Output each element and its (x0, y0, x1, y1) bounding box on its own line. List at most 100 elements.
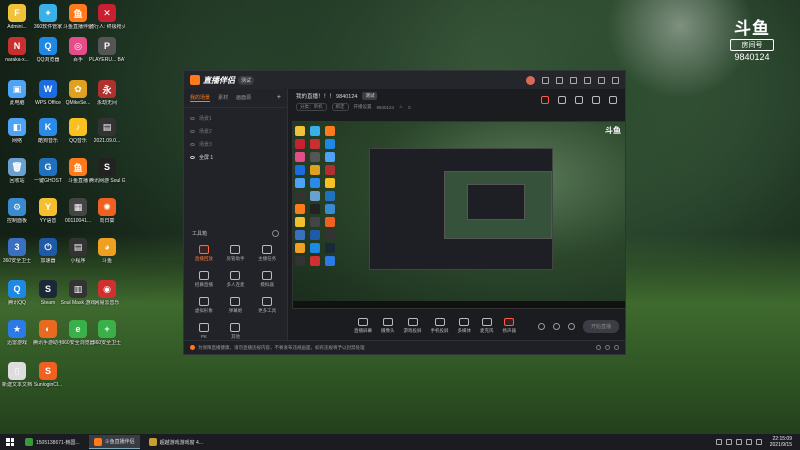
share-icon[interactable] (609, 96, 617, 104)
game-capture-button[interactable]: 游戏投屏 (404, 318, 422, 334)
tab-scenes[interactable]: 我的场景 (190, 94, 211, 102)
source-actions: 直播屏幕 摄像头 游戏投屏 手机投屏 多媒体 麦克风 扬声器 (354, 318, 516, 334)
ime-icon[interactable] (755, 439, 762, 445)
desktop-icon[interactable]: P PLAYERU... BATTLEGR... (89, 37, 125, 63)
taskbar-app-game[interactable]: 超越游戏游戏窗 4... (144, 435, 208, 449)
tool-item[interactable]: 招募直播 (188, 271, 220, 288)
tool-label: 招募直播 (194, 282, 213, 287)
notice-icon (190, 345, 195, 350)
tool-item[interactable]: PK (188, 323, 220, 340)
stream-settings-link[interactable]: 开播设置 (354, 104, 372, 110)
speaker-button[interactable]: 扬声器 (503, 318, 516, 334)
desktop-icon[interactable]: ✺ 向日葵 (89, 198, 125, 224)
tray-arrow-icon[interactable] (715, 439, 722, 445)
app-icon: ✿ (69, 80, 87, 98)
tool-label: 虚拟形象 (194, 308, 213, 313)
screen-capture-button[interactable]: 直播屏幕 (354, 318, 372, 334)
volume-icon[interactable] (745, 439, 752, 445)
cpu-icon (596, 345, 601, 350)
scene-item[interactable]: 场景1 (190, 112, 281, 125)
bell-icon[interactable] (592, 96, 600, 104)
eye-icon[interactable] (190, 117, 195, 120)
action-label: 游戏投屏 (403, 328, 422, 333)
gift-icon[interactable] (541, 96, 549, 104)
multimedia-button[interactable]: 多媒体 (458, 318, 471, 334)
stream-preview[interactable]: 斗鱼 (292, 121, 626, 309)
desktop-icon[interactable]: ✕ 骑行人: 终极枪火版 (89, 4, 125, 30)
preview-icon (295, 152, 305, 162)
tool-item[interactable]: 模拟器 (251, 271, 283, 288)
eye-icon[interactable] (190, 130, 195, 133)
start-button[interactable] (4, 436, 16, 448)
user-avatar[interactable] (526, 75, 535, 85)
scene-label: 全屏 1 (199, 155, 214, 161)
microphone-button[interactable]: 麦克风 (480, 318, 494, 334)
taskbar-app-douyu[interactable]: 斗鱼直播伴侣 (88, 435, 140, 449)
record-icon[interactable] (537, 322, 545, 330)
menu-icon[interactable] (584, 76, 591, 84)
desktop-icon[interactable]: 永永劫无间 (89, 80, 125, 106)
app-icon: e (69, 320, 87, 338)
tool-item[interactable]: 多人连麦 (220, 271, 252, 288)
eye-icon[interactable] (190, 156, 195, 159)
tab-materials[interactable]: 素材 (218, 94, 228, 102)
start-live-button[interactable]: 开始直播 (582, 319, 619, 333)
version-badge[interactable]: 测试 (238, 75, 255, 85)
message-icon[interactable] (556, 76, 563, 84)
clock[interactable]: 22:15:09 2021/9/15 (770, 436, 792, 448)
action-label: 摄像头 (381, 328, 395, 333)
notice-controls (596, 345, 619, 350)
lock-icon[interactable] (558, 96, 566, 104)
scene-item[interactable]: 场景2 (190, 125, 281, 138)
skin-icon[interactable] (542, 76, 549, 84)
add-scene-button[interactable]: + (277, 94, 281, 102)
bind-pill[interactable]: 绑定 (331, 103, 349, 111)
network-icon[interactable] (735, 439, 742, 445)
douyu-icon (93, 437, 102, 446)
tool-item[interactable]: 其他 (220, 323, 252, 340)
douyu-logo: 斗鱼 (734, 19, 770, 38)
phone-cast-button[interactable]: 手机投屏 (431, 318, 449, 334)
preview-icon (295, 139, 305, 149)
scene-label: 场景2 (199, 129, 212, 135)
camera-button[interactable]: 摄像头 (381, 318, 395, 334)
desktop-icon[interactable]: ▤ 2021.09.0... (89, 118, 125, 144)
toolbox-settings-icon[interactable] (272, 229, 279, 237)
tray-app-icon[interactable] (725, 439, 732, 445)
half-circle-icon[interactable] (552, 322, 560, 330)
room-title[interactable]: 我的直播！！！ 9840124 (296, 92, 357, 100)
window-controls (526, 75, 619, 85)
app-logo-icon (190, 75, 200, 85)
tool-item[interactable]: 弹幕姬 (220, 297, 252, 314)
tool-item[interactable]: 直播回放 (188, 245, 220, 262)
tool-item[interactable]: 房管助手 (220, 245, 252, 262)
preview-icon (310, 256, 320, 266)
desktop-icon[interactable]: S 腾讯网游 Soul G... (89, 158, 125, 184)
layout-icon[interactable] (575, 96, 583, 104)
settings-icon[interactable] (570, 76, 577, 84)
scene-item[interactable]: 场景3 (190, 138, 281, 151)
tool-item[interactable]: 更多工具 (251, 297, 283, 314)
tool-item[interactable]: 虚拟形象 (188, 297, 220, 314)
toolbox: 工具箱 直播回放 房管助手 主播任务招募直播 多人连麦 模拟器虚拟形象 弹幕姬 更多工具 PK… (184, 227, 287, 340)
toolbox-title: 工具箱 (192, 230, 208, 237)
gear-icon[interactable] (567, 322, 575, 330)
desktop-icon[interactable]: ◉ 网易云音乐 (89, 280, 125, 306)
desktop-icon[interactable]: ◕ 斗鱼 (89, 238, 125, 264)
desktop-icon-label: 向日葵 (99, 218, 115, 224)
tool-label: 主播任务 (258, 256, 277, 261)
system-tray: 22:15:09 2021/9/15 (715, 436, 800, 448)
room-badge[interactable]: 测试 (362, 92, 378, 100)
eye-icon[interactable] (190, 143, 195, 146)
category-pill[interactable]: 分类：单机 (296, 103, 327, 111)
scene-item-active[interactable]: 全屏 1 (190, 151, 281, 164)
desktop-icon[interactable]: +360安全卫士 (89, 320, 125, 346)
desktop-icon[interactable]: S SunloginCl... (30, 362, 66, 388)
app-icon: ◐ (39, 320, 57, 338)
minimize-icon[interactable] (598, 76, 605, 84)
tab-sources[interactable]: 画面源 (236, 94, 251, 102)
tool-item[interactable]: 主播任务 (251, 245, 283, 262)
taskbar-app-browser[interactable]: 1505138671-韩国... (20, 435, 85, 449)
app-icon: ✦ (39, 4, 57, 22)
close-icon[interactable] (612, 76, 619, 84)
